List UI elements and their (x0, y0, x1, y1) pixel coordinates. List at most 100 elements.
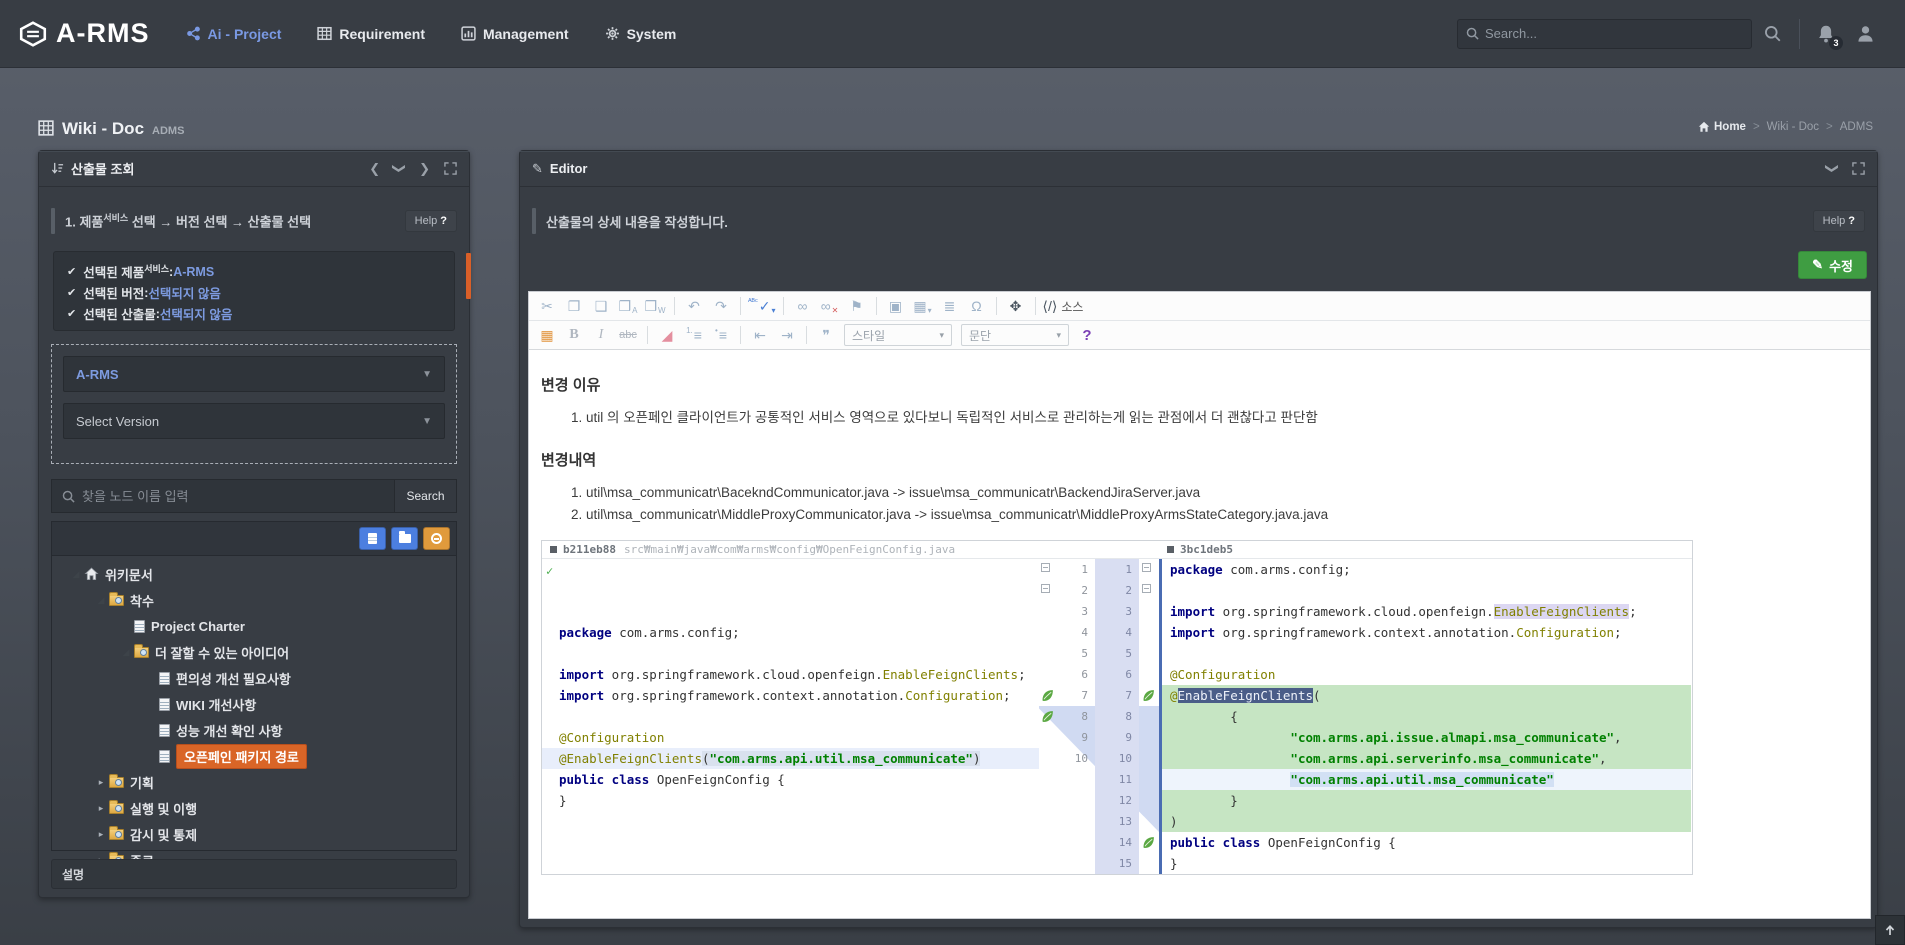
special-char-icon[interactable]: Ω (965, 294, 989, 318)
description-section-bar[interactable]: 설명 (51, 859, 457, 889)
paste-word-icon[interactable]: ❒W (643, 294, 667, 318)
tree-node[interactable]: WIKI 개선사항 (52, 691, 456, 717)
tree-node[interactable]: ◢위키문서 (52, 561, 456, 587)
content-list-item: 1. util\msa_communicatr\BacekndCommunica… (571, 482, 1850, 504)
artifact-browser-panel: 산출물 조회 ❮ ❯ ❯ 1. 제품서비스 선택 → 버전 선택 → 산출물 선… (38, 150, 470, 898)
strike-icon[interactable]: abc (616, 323, 640, 347)
tree-node-label: Project Charter (151, 619, 245, 634)
user-menu-button[interactable] (1856, 24, 1875, 43)
app-logo[interactable]: A-RMS (0, 18, 172, 49)
unlink-icon[interactable]: ∞✕ (818, 294, 842, 318)
anchor-flag-icon[interactable]: ⚑ (845, 294, 869, 318)
horizontal-line-icon[interactable]: ≣ (938, 294, 962, 318)
editor-panel-header: ✎ Editor ❯ (520, 151, 1877, 187)
tree-node[interactable]: ▸기획 (52, 769, 456, 795)
outdent-icon[interactable]: ⇤ (748, 323, 772, 347)
tree-node[interactable]: ◢착수 (52, 587, 456, 613)
format-select[interactable]: 문단▾ (961, 324, 1069, 346)
nav-item-ai-project[interactable]: Ai - Project (172, 16, 296, 52)
redo-icon[interactable]: ↷ (709, 294, 733, 318)
templates-icon[interactable]: ▦ (535, 323, 559, 347)
undo-icon[interactable]: ↶ (682, 294, 706, 318)
fold-icon[interactable] (1041, 563, 1050, 572)
cut-icon[interactable]: ✂ (535, 294, 559, 318)
node-search-button[interactable]: Search (395, 479, 457, 513)
bold-icon[interactable]: B (562, 323, 586, 347)
nav-item-requirement[interactable]: Requirement (303, 16, 439, 52)
editor-content[interactable]: 변경 이유 1. util 의 오픈페인 클라이언트가 공통적인 서비스 영역으… (529, 350, 1870, 875)
style-select[interactable]: 스타일▾ (844, 324, 952, 346)
toolbar-separator (996, 297, 997, 315)
tree-expander-open[interactable]: ◢ (70, 569, 82, 580)
panel-expand-icon[interactable] (444, 162, 457, 175)
add-folder-button[interactable] (391, 527, 418, 550)
spellcheck-icon[interactable]: ᴬᴮᶜ✓▾ (748, 294, 776, 318)
tree-toolbar (52, 522, 456, 556)
folder-icon (109, 777, 124, 788)
selected-item-value[interactable]: 선택되지 않음 (160, 304, 232, 323)
help-button[interactable]: Help? (1813, 210, 1865, 232)
tree-node[interactable]: Project Charter (52, 613, 456, 639)
maximize-icon[interactable]: ✥ (1004, 294, 1028, 318)
scroll-to-top-button[interactable] (1875, 915, 1905, 945)
italic-icon[interactable]: I (589, 323, 613, 347)
breadcrumb-home[interactable]: Home (1698, 121, 1746, 133)
table-icon[interactable]: ▦▾ (911, 294, 935, 318)
nav-item-system[interactable]: System (591, 16, 691, 52)
fold-icon[interactable] (1142, 584, 1151, 593)
check-icon: ✔ (67, 265, 76, 278)
page-title: Wiki - Doc (62, 119, 144, 139)
panel-prev-icon[interactable]: ❮ (369, 162, 380, 175)
tree-expander-open[interactable]: ◢ (95, 595, 107, 606)
tree-expander-closed[interactable]: ▸ (95, 829, 107, 840)
search-submit-icon[interactable] (1764, 25, 1781, 42)
bullet-list-icon[interactable]: •≡ (709, 323, 733, 347)
search-input[interactable] (1485, 26, 1743, 41)
grid-icon (38, 120, 54, 136)
tree-node[interactable]: ◢더 잘할 수 있는 아이디어 (52, 639, 456, 665)
numbered-list-icon[interactable]: 1.≡ (682, 323, 706, 347)
product-select[interactable]: A-RMS ▼ (63, 356, 445, 392)
paste-icon[interactable]: ❑ (589, 294, 613, 318)
fold-icon[interactable] (1041, 584, 1050, 593)
nav-item-label: Requirement (339, 26, 425, 42)
breadcrumb-item[interactable]: Wiki - Doc (1767, 121, 1819, 133)
panel-collapse-icon[interactable]: ❯ (393, 163, 406, 174)
version-select[interactable]: Select Version ▼ (63, 403, 445, 439)
panel-collapse-icon[interactable]: ❯ (1826, 163, 1839, 174)
diff-left-pane[interactable]: ✓ package com.arms.config; import org.sp… (542, 559, 1039, 874)
about-icon[interactable]: ? (1075, 323, 1099, 347)
paste-text-icon[interactable]: ❒A (616, 294, 640, 318)
remove-format-icon[interactable]: ◢ (655, 323, 679, 347)
blockquote-icon[interactable]: ❞ (814, 323, 838, 347)
panel-next-icon[interactable]: ❯ (419, 162, 430, 175)
fold-icon[interactable] (1142, 563, 1151, 572)
tree-expander-open[interactable]: ◢ (120, 647, 132, 658)
content-heading: 변경 이유 (541, 374, 1850, 395)
edit-button[interactable]: ✎ 수정 (1798, 251, 1867, 279)
tree-node[interactable]: 오픈페인 패키지 경로 (52, 743, 456, 769)
panel-expand-icon[interactable] (1852, 162, 1865, 175)
source-icon[interactable]: ⟨/⟩소스 (1043, 294, 1084, 318)
indent-icon[interactable]: ⇥ (775, 323, 799, 347)
tree-expander-closed[interactable]: ▸ (95, 803, 107, 814)
help-button[interactable]: Help? (405, 210, 457, 232)
add-document-button[interactable] (359, 527, 386, 550)
notifications-button[interactable]: 3 (1816, 24, 1836, 44)
image-icon[interactable]: ▣ (884, 294, 908, 318)
tree-node[interactable]: ▸감시 및 통제 (52, 821, 456, 847)
selected-item-value[interactable]: A-RMS (173, 265, 214, 279)
selected-item-value[interactable]: 선택되지 않음 (148, 283, 220, 302)
node-search-input[interactable] (82, 489, 384, 504)
tree-expander-closed[interactable]: ▸ (95, 777, 107, 788)
nav-item-management[interactable]: Management (447, 16, 583, 52)
tree-node[interactable]: 성능 개선 확인 사항 (52, 717, 456, 743)
link-icon[interactable]: ∞ (791, 294, 815, 318)
code-line: "com.arms.api.serverinfo.msa_communicate… (1162, 748, 1691, 769)
tree-node[interactable]: 편의성 개선 필요사항 (52, 665, 456, 691)
code-line: public class OpenFeignConfig { (542, 769, 1039, 790)
copy-icon[interactable]: ❐ (562, 294, 586, 318)
tree-node[interactable]: ▸실행 및 이행 (52, 795, 456, 821)
diff-right-pane[interactable]: package com.arms.config; import org.spri… (1159, 559, 1691, 874)
remove-node-button[interactable] (423, 527, 450, 550)
